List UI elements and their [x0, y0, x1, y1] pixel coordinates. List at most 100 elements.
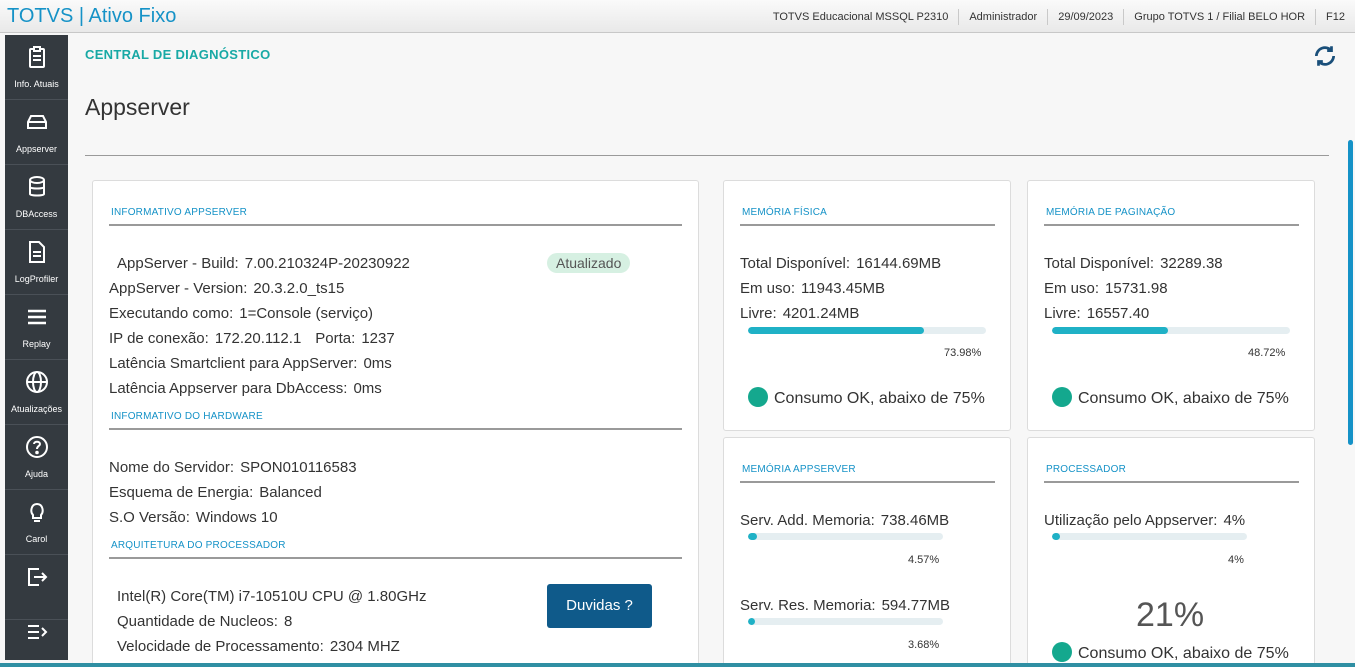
cores-value: 8 — [283, 613, 293, 630]
section-title-paging-memory: MEMÓRIA DE PAGINAÇÃO — [1046, 207, 1176, 218]
database-icon — [29, 176, 45, 197]
port-value: 1237 — [361, 330, 395, 347]
energy-row: Esquema de Energia: Balanced — [109, 484, 322, 501]
sidebar-item-dbaccess[interactable]: DBAccess — [5, 165, 68, 230]
ip-row: IP de conexão: 172.20.112.1 Porta: 1237 — [109, 330, 395, 347]
server-value: SPON010116583 — [240, 459, 357, 476]
speed-row: Velocidade de Processamento: 2304 MHZ — [117, 638, 400, 655]
sidebar-item-replay[interactable]: Replay — [5, 295, 68, 360]
used-label: Em uso: — [1044, 280, 1100, 297]
help-button[interactable]: Duvidas ? — [547, 584, 652, 628]
add-memory-row: Serv. Add. Memoria: 738.46MB — [740, 512, 949, 529]
version-label: AppServer - Version: — [109, 280, 248, 297]
used-row: Em uso: 15731.98 — [1044, 280, 1168, 297]
sidebar-item-label: LogProfiler — [14, 274, 59, 284]
energy-value: Balanced — [259, 484, 322, 501]
sidebar-collapse[interactable] — [5, 610, 68, 667]
res-label: Serv. Res. Memoria: — [740, 597, 876, 614]
section-title-appserver: INFORMATIVO APPSERVER — [111, 207, 248, 218]
cpu-usage-bar — [1052, 533, 1247, 540]
sidebar-item-appserver[interactable]: Appserver — [5, 100, 68, 165]
res-value: 594.77MB — [881, 597, 950, 614]
section-title-hardware: INFORMATIVO DO HARDWARE — [111, 411, 263, 422]
bottom-accent-line — [0, 663, 1355, 667]
free-row: Livre: 16557.40 — [1044, 305, 1149, 322]
total-label: Total Disponível: — [740, 255, 851, 272]
os-value: Windows 10 — [195, 509, 278, 526]
top-bar: TOTVS | Ativo Fixo TOTVS Educacional MSS… — [0, 0, 1355, 33]
sidebar-item-info-atuais[interactable]: Info. Atuais — [5, 35, 68, 100]
status-indicator: Consumo OK, abaixo de 75% — [748, 387, 985, 408]
appserver-info-card: INFORMATIVO APPSERVER AppServer - Build:… — [92, 180, 699, 667]
free-label: Livre: — [740, 305, 777, 322]
build-value: 7.00.210324P-20230922 — [244, 255, 410, 272]
latency-sc-label: Latência Smartclient para AppServer: — [109, 355, 358, 372]
usage-percent: 48.72% — [1248, 347, 1286, 359]
status-indicator: Consumo OK, abaixo de 75% — [1052, 642, 1289, 663]
cpu-usage-percent: 4% — [1228, 554, 1244, 566]
status-text: Consumo OK, abaixo de 75% — [1078, 645, 1289, 662]
ip-value: 172.20.112.1 — [214, 330, 302, 347]
build-label: AppServer - Build: — [117, 255, 239, 272]
processor-card: PROCESSADOR Utilização pelo Appserver: 4%… — [1027, 437, 1315, 667]
version-value: 20.3.2.0_ts15 — [253, 280, 345, 297]
company-label: Grupo TOTVS 1 / Filial BELO HOR — [1123, 8, 1315, 25]
cpu-usage-value: 4% — [1223, 512, 1246, 529]
environment-label: TOTVS Educacional MSSQL P2310 — [772, 10, 949, 23]
running-value: 1=Console (serviço) — [239, 305, 374, 322]
section-divider — [109, 428, 682, 430]
page-title: Appserver — [85, 94, 190, 120]
usage-progress-bar — [748, 327, 986, 334]
main-content: CENTRAL DE DIAGNÓSTICO Appserver INFORMA… — [68, 33, 1355, 667]
used-value: 11943.45MB — [801, 280, 885, 297]
globe-icon — [26, 371, 48, 393]
shortcut-f12[interactable]: F12 — [1315, 8, 1355, 25]
scrollbar[interactable] — [1348, 140, 1353, 445]
section-divider — [109, 224, 682, 226]
version-row: AppServer - Version: 20.3.2.0_ts15 — [109, 280, 344, 297]
status-dot-icon — [748, 387, 768, 407]
res-memory-row: Serv. Res. Memoria: 594.77MB — [740, 597, 950, 614]
free-value: 4201.24MB — [782, 305, 860, 322]
add-percent: 4.57% — [908, 554, 940, 566]
sidebar-item-logprofiler[interactable]: LogProfiler — [5, 230, 68, 295]
cpu-name: Intel(R) Core(TM) i7-10510U CPU @ 1.80GH… — [117, 588, 427, 605]
section-divider — [740, 224, 995, 226]
usage-percent: 73.98% — [944, 347, 982, 359]
cpu-usage-label: Utilização pelo Appserver: — [1044, 512, 1218, 529]
cores-label: Quantidade de Nucleos: — [117, 613, 278, 630]
section-title-processor-arch: ARQUITETURA DO PROCESSADOR — [111, 540, 286, 551]
sidebar-item-label: Replay — [22, 339, 51, 349]
sidebar-item-carol[interactable]: Carol — [5, 490, 68, 555]
sidebar-item-label: Carol — [25, 534, 48, 544]
latency-sc-value: 0ms — [363, 355, 392, 372]
header-info: TOTVS Educacional MSSQL P2310 Administra… — [763, 0, 1355, 33]
physical-memory-card: MEMÓRIA FÍSICA Total Disponível: 16144.69… — [723, 180, 1011, 431]
clipboard-icon — [29, 46, 45, 68]
res-memory-fill — [748, 618, 756, 625]
total-cpu-usage: 21% — [1136, 596, 1205, 634]
sidebar-item-ajuda[interactable]: Ajuda — [5, 425, 68, 490]
replay-icon — [28, 309, 46, 325]
running-row: Executando como: 1=Console (serviço) — [109, 305, 373, 322]
refresh-icon[interactable] — [1312, 43, 1338, 69]
sidebar-item-label: Appserver — [15, 144, 58, 154]
sidebar-item-label: Ajuda — [24, 469, 49, 479]
running-label: Executando como: — [109, 305, 234, 322]
add-memory-fill — [748, 533, 757, 540]
res-percent: 3.68% — [908, 639, 940, 651]
sidebar-item-atualizacoes[interactable]: Atualizações — [5, 360, 68, 425]
add-label: Serv. Add. Memoria: — [740, 512, 875, 529]
cpu-usage-fill — [1052, 533, 1060, 540]
lightbulb-icon — [30, 502, 44, 522]
section-title-appserver-memory: MEMÓRIA APPSERVER — [742, 464, 856, 475]
speed-value: 2304 MHZ — [329, 638, 400, 655]
status-indicator: Consumo OK, abaixo de 75% — [1052, 387, 1289, 408]
total-row: Total Disponível: 32289.38 — [1044, 255, 1223, 272]
used-value: 15731.98 — [1105, 280, 1168, 297]
usage-progress-bar — [1052, 327, 1290, 334]
section-divider — [109, 557, 682, 559]
usage-progress-fill — [1052, 327, 1168, 334]
section-divider — [1044, 224, 1299, 226]
collapse-icon — [28, 625, 48, 639]
